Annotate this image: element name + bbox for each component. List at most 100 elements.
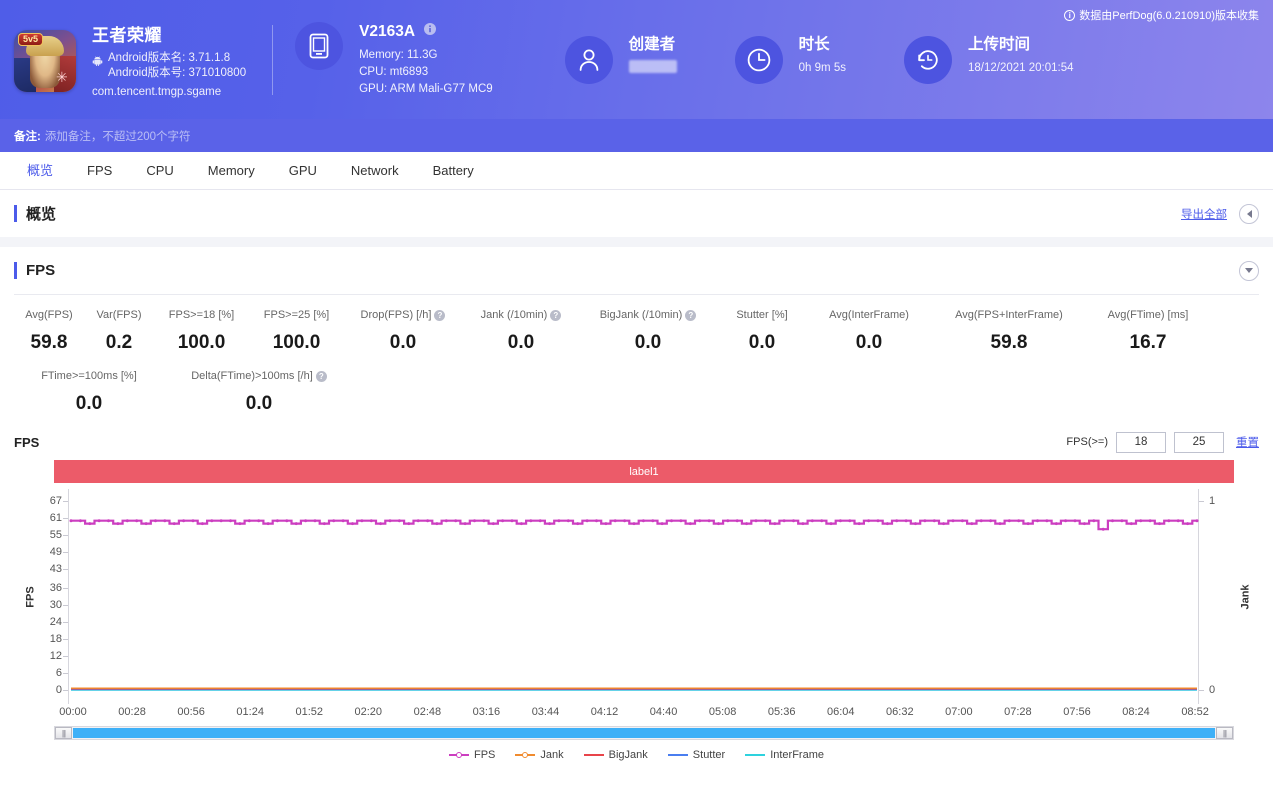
metric-jank-10min: Jank (/10min)? 0.0 <box>462 307 580 354</box>
legend-item-interframe[interactable]: InterFrame <box>745 749 824 761</box>
creator-name-redacted <box>628 59 677 73</box>
overview-title: 概览 <box>26 206 57 223</box>
fps-data-point <box>979 519 983 523</box>
fps-threshold-high-input[interactable] <box>1174 431 1224 453</box>
fps-threshold-label: FPS(>=) <box>1066 436 1108 448</box>
y-tick-label: 55 <box>49 528 62 541</box>
y-tick-mark <box>63 534 68 536</box>
metric-stutter: Stutter [%] 0.0 <box>716 307 808 354</box>
fps-data-point <box>641 519 645 523</box>
export-all-link[interactable]: 导出全部 <box>1181 206 1227 222</box>
fps-data-point <box>1195 519 1199 523</box>
x-tick-label: 01:52 <box>295 706 323 718</box>
tab-fps[interactable]: FPS <box>70 152 129 189</box>
fps-threshold-low-input[interactable] <box>1116 431 1166 453</box>
device-info-icon[interactable] <box>423 22 436 35</box>
chart-label-banner[interactable]: label1 <box>54 460 1234 483</box>
fps-data-point <box>294 522 298 526</box>
tab-battery[interactable]: Battery <box>416 152 491 189</box>
metric-label: Var(FPS) <box>84 307 154 323</box>
fps-data-point <box>88 522 92 526</box>
x-tick-label: 07:00 <box>945 706 973 718</box>
scrollbar-track[interactable] <box>73 728 1215 738</box>
fps-data-point <box>1064 519 1068 523</box>
fps-data-point <box>360 519 364 523</box>
tab-cpu[interactable]: CPU <box>129 152 190 189</box>
fps-data-point <box>932 519 936 523</box>
fps-data-point <box>763 519 767 523</box>
fps-data-point <box>1111 519 1114 523</box>
metric-value: 16.7 <box>1129 332 1167 353</box>
fps-data-point <box>970 522 974 526</box>
notes-label: 备注: <box>14 130 41 143</box>
legend-item-jank[interactable]: Jank <box>515 749 564 761</box>
legend-item-stutter[interactable]: Stutter <box>667 749 725 761</box>
x-tick-label: 03:44 <box>531 706 560 718</box>
android-robot-icon <box>92 56 103 67</box>
tab-network[interactable]: Network <box>334 152 416 189</box>
notes-input-placeholder[interactable]: 添加备注，不超过200个字符 <box>45 128 191 144</box>
legend-label: FPS <box>474 749 496 761</box>
reset-link[interactable]: 重置 <box>1236 434 1259 450</box>
fps-data-point <box>482 519 486 523</box>
metric-label-text: Avg(FPS+InterFrame) <box>955 309 1063 321</box>
fps-data-point <box>548 522 552 526</box>
help-icon[interactable]: ? <box>550 309 562 321</box>
x-tick-label: 03:16 <box>472 706 501 718</box>
fps-data-point <box>914 522 917 526</box>
legend-swatch-icon <box>449 752 469 758</box>
fps-data-point <box>1045 519 1049 523</box>
metric-label: Jank (/10min)? <box>462 307 580 323</box>
help-icon[interactable]: ? <box>315 370 327 382</box>
x-tick-label: 02:48 <box>413 706 442 718</box>
overview-section-header: 概览 导出全部 <box>0 190 1273 237</box>
metric-value: 100.0 <box>177 332 226 353</box>
help-icon[interactable]: ? <box>434 309 446 321</box>
legend-item-bigjank[interactable]: BigJank <box>583 749 648 761</box>
fps-data-point <box>200 522 204 526</box>
app-title: 王者荣耀 <box>92 26 162 45</box>
clock-icon <box>747 48 770 71</box>
y2-tick-label: 1 <box>1209 495 1216 507</box>
fps-data-point <box>257 519 261 523</box>
metric-value: 100.0 <box>272 332 321 353</box>
tab-overview[interactable]: 概览 <box>10 152 70 189</box>
perfdog-version-text: 数据由PerfDog(6.0.210910)版本收集 <box>1079 10 1259 22</box>
tab-memory[interactable]: Memory <box>191 152 272 189</box>
fps-data-point <box>266 522 270 526</box>
fps-collapse-button[interactable] <box>1239 260 1259 281</box>
fps-data-point <box>163 519 167 523</box>
tab-gpu[interactable]: GPU <box>272 152 334 189</box>
fps-data-point <box>473 519 476 523</box>
fps-data-point <box>613 519 617 523</box>
device-cpu: CPU: mt6893 <box>359 65 429 78</box>
fps-data-point <box>904 519 908 523</box>
notes-bar[interactable]: 备注: 添加备注，不超过200个字符 <box>0 119 1273 152</box>
chart-range-scrollbar[interactable]: ||| ||| <box>54 726 1234 740</box>
fps-line-plot[interactable] <box>69 489 1199 704</box>
metric-label-text: Drop(FPS) [/h] <box>360 309 432 321</box>
app-header: 5v5 ✳ 王者荣耀 Android版本名: 3.71.1.8 Android版… <box>0 0 1273 119</box>
y-tick-mark <box>63 622 68 624</box>
collapse-left-button[interactable] <box>1239 203 1259 224</box>
fps-data-point <box>989 519 993 523</box>
android-version-name: Android版本名: 3.71.1.8 <box>108 52 231 64</box>
metric-label: FPS>=18 [%] <box>154 307 249 323</box>
app-version-block: Android版本名: 3.71.1.8 Android版本号: 3710108… <box>92 51 246 81</box>
fps-data-point <box>717 522 720 526</box>
device-title-row: V2163A <box>359 22 493 40</box>
fps-data-point <box>116 522 120 526</box>
y2-tick-label: 0 <box>1209 684 1216 696</box>
header-divider <box>272 24 274 95</box>
fps-section-header: FPS <box>0 247 1273 294</box>
metric-label-text: FTime>=100ms [%] <box>41 370 137 382</box>
fps-data-point <box>1017 519 1021 523</box>
fps-data-point <box>1186 522 1190 526</box>
help-icon[interactable]: ? <box>685 309 697 321</box>
legend-item-fps[interactable]: FPS <box>449 749 495 761</box>
scrollbar-handle-right[interactable]: ||| <box>1216 727 1233 739</box>
fps-data-point <box>238 522 242 526</box>
fps-data-point <box>275 519 279 523</box>
scrollbar-handle-left[interactable]: ||| <box>55 727 72 739</box>
legend-label: Jank <box>540 749 564 761</box>
